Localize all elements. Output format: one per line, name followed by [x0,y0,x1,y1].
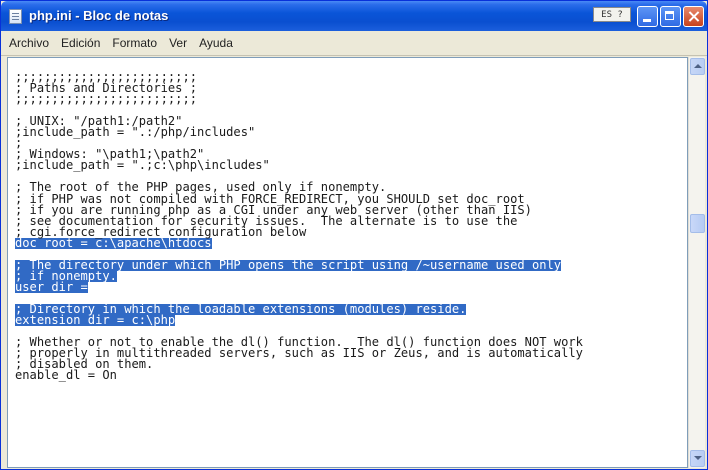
title-bar[interactable]: php.ini - Bloc de notas ES ? [1,1,707,31]
text-line[interactable]: enable_dl = On [15,369,683,381]
selected-text-line[interactable]: extension_dir = c:\php [15,314,176,326]
menu-archivo[interactable]: Archivo [1,33,55,53]
notepad-window: php.ini - Bloc de notas ES ? Archivo Edi… [0,0,708,470]
close-button[interactable] [683,6,704,27]
menu-ayuda[interactable]: Ayuda [193,33,239,53]
text-editor[interactable]: ;;;;;;;;;;;;;;;;;;;;;;;;;; Paths and Dir… [7,57,688,468]
text-line[interactable]: ;;;;;;;;;;;;;;;;;;;;;;;;; [15,93,683,105]
scroll-down-button[interactable] [690,450,705,467]
scroll-up-button[interactable] [690,58,705,75]
minimize-button[interactable] [637,6,658,27]
notepad-app-icon[interactable] [9,9,22,24]
editor-text[interactable]: ;;;;;;;;;;;;;;;;;;;;;;;;;; Paths and Dir… [15,71,683,381]
text-line[interactable]: ;include_path = ".:/php/includes" [15,126,683,138]
menu-edicion[interactable]: Edición [55,33,106,53]
selected-text-line[interactable]: doc_root = c:\apache\htdocs [15,237,212,249]
menu-ver[interactable]: Ver [163,33,193,53]
maximize-button[interactable] [660,6,681,27]
text-line[interactable]: ;include_path = ".;c:\php\includes" [15,159,683,171]
menu-formato[interactable]: Formato [106,33,163,53]
selected-text-line[interactable]: user_dir = [15,281,88,293]
arrow-down-icon [694,456,702,460]
language-bar-icon[interactable]: ES ? [593,7,631,22]
arrow-up-icon [694,64,702,68]
vertical-scrollbar[interactable] [688,57,705,468]
menu-bar: Archivo Edición Formato Ver Ayuda [1,31,707,56]
scroll-thumb[interactable] [690,214,705,233]
window-title: php.ini - Bloc de notas [29,8,169,23]
